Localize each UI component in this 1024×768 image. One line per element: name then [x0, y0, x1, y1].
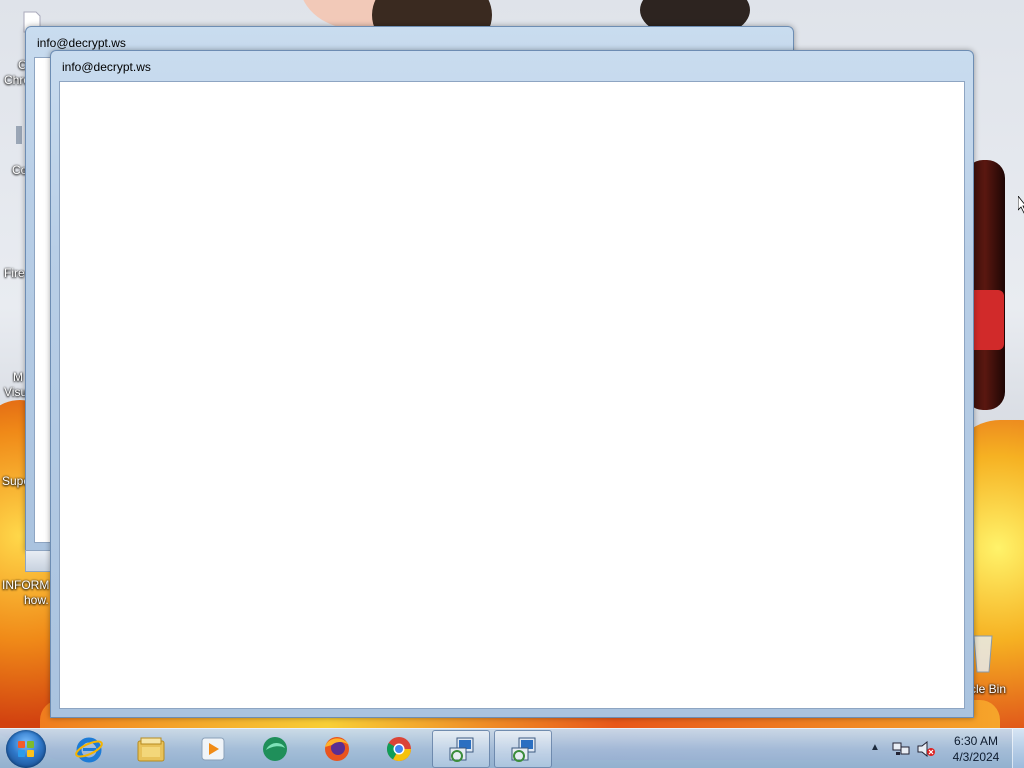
window-title[interactable]: info@decrypt.ws — [37, 36, 126, 50]
show-desktop-button[interactable] — [1012, 729, 1024, 768]
desktop-label-information-1[interactable]: INFORM — [2, 578, 49, 593]
program-window-2-icon — [511, 737, 536, 762]
notification-area: ▲ 6:30 AM 4/3/2024 — [864, 729, 1024, 768]
taskbar-running-window-1[interactable] — [432, 730, 490, 768]
taskbar-internet-explorer[interactable] — [60, 730, 118, 768]
clock[interactable]: 6:30 AM 4/3/2024 — [944, 733, 1008, 765]
taskbar-file-explorer[interactable] — [122, 730, 180, 768]
taskbar-chrome[interactable] — [370, 730, 428, 768]
mouse-cursor-icon — [1018, 196, 1024, 214]
internet-explorer-icon — [75, 737, 103, 763]
desktop-label-information-2[interactable]: how. — [24, 593, 49, 608]
desktop-label-firefox[interactable]: Fire — [4, 266, 25, 281]
volume-muted-icon[interactable] — [916, 741, 936, 757]
window-title[interactable]: info@decrypt.ws — [62, 60, 151, 74]
desktop: C Chro Co Fire M Visu Supe INFORM how. c… — [0, 0, 1024, 768]
program-window-1-icon — [449, 737, 474, 762]
window-content[interactable] — [59, 81, 965, 709]
taskbar-green-app[interactable] — [246, 730, 304, 768]
desktop-label-recycle-bin[interactable]: cle Bin — [970, 682, 1006, 697]
network-icon[interactable] — [892, 741, 910, 757]
firefox-icon — [325, 737, 349, 761]
media-player-icon — [201, 737, 225, 761]
recycle-bin-icon[interactable] — [972, 632, 994, 676]
file-explorer-icon — [137, 737, 165, 762]
windows-logo-icon — [18, 741, 34, 757]
taskbar-running-window-2[interactable] — [494, 730, 552, 768]
desktop-label-ms-1[interactable]: M — [13, 370, 23, 385]
taskbar-firefox[interactable] — [308, 730, 366, 768]
taskbar-media-player[interactable] — [184, 730, 242, 768]
taskbar: ▲ 6:30 AM 4/3/2024 — [0, 728, 1024, 768]
window-front[interactable]: info@decrypt.ws — [50, 50, 974, 718]
window-back-scroll-corner — [25, 550, 52, 572]
chrome-icon — [386, 737, 411, 762]
clock-date: 4/3/2024 — [952, 750, 1000, 764]
show-hidden-icons-chevron-icon[interactable]: ▲ — [870, 743, 880, 753]
app-green-icon — [263, 737, 287, 761]
desktop-label-ms-2[interactable]: Visu — [4, 385, 27, 400]
start-button[interactable] — [6, 730, 46, 768]
clock-time: 6:30 AM — [953, 734, 999, 748]
